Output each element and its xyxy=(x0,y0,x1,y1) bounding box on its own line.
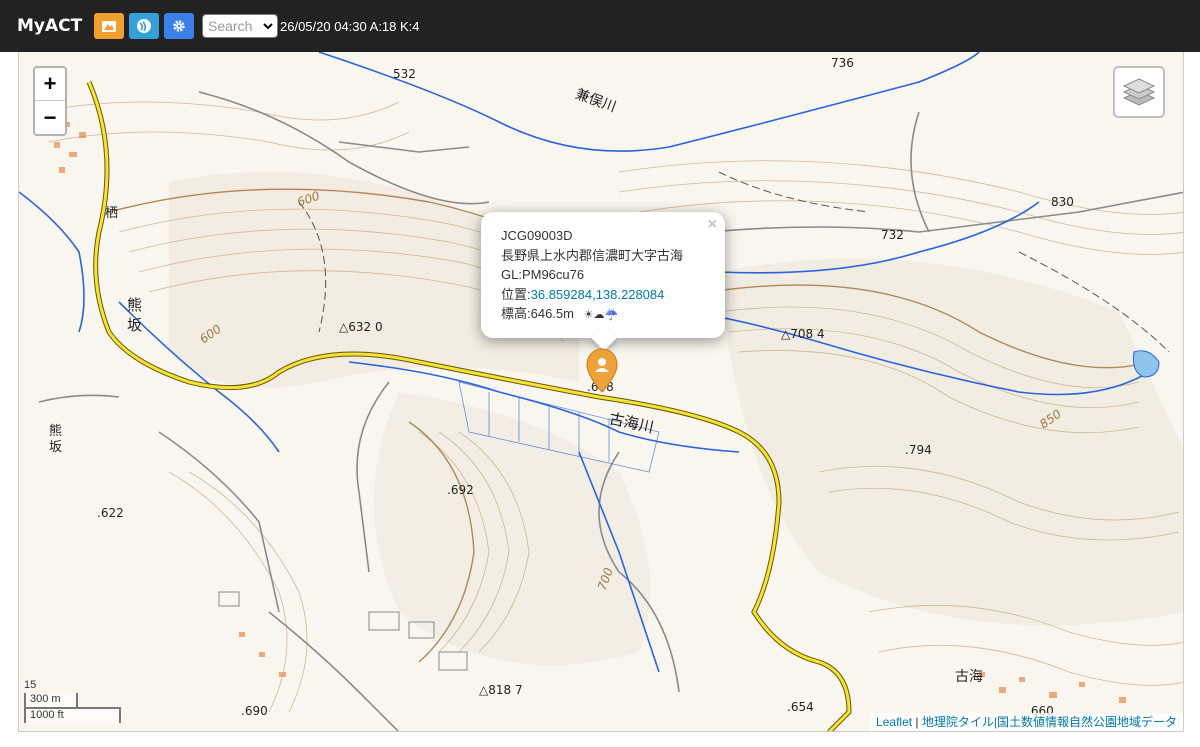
app-title[interactable]: MyACT xyxy=(17,16,94,36)
popup-elevation-text: 標高:646.5m xyxy=(501,306,574,321)
spots-button[interactable] xyxy=(94,13,124,39)
zoom-out-button[interactable]: − xyxy=(35,101,65,134)
signal-button[interactable] xyxy=(129,13,159,39)
leaflet-link[interactable]: Leaflet xyxy=(876,715,912,729)
spot-popup: × JCG09003D 長野県上水内郡信濃町大字古海 GL:PM96cu76 位… xyxy=(481,212,725,351)
elevation-label: △632 0 xyxy=(339,320,383,334)
place-label: 古海 xyxy=(955,669,983,685)
settings-button[interactable] xyxy=(164,13,194,39)
place-label: 栖 xyxy=(105,206,119,221)
location-marker[interactable] xyxy=(585,348,619,399)
popup-reference: JCG09003D xyxy=(501,228,573,243)
popup-grid-locator: GL:PM96cu76 xyxy=(501,267,585,282)
navbar: MyACT Search 26/05/20 04:30 A:18 K:4 xyxy=(0,0,1200,52)
popup-position-label: 位置: xyxy=(501,286,531,302)
status-text: 26/05/20 04:30 A:18 K:4 xyxy=(280,18,420,34)
elevation-label: 732 xyxy=(881,228,904,242)
popup-close-button[interactable]: × xyxy=(708,215,717,235)
map-attribution: Leaflet | 地理院タイル|国土数値情報自然公園地域データ xyxy=(870,713,1183,731)
place-label: 熊 坂 xyxy=(49,424,63,455)
marker-pin-icon xyxy=(586,348,618,393)
scale-control: 15 300 m 1000 ft xyxy=(24,679,121,723)
zoom-in-button[interactable]: + xyxy=(35,68,65,101)
elevation-label: 736 xyxy=(831,56,854,70)
popup-position-link[interactable]: 36.859284,138.228084 xyxy=(531,287,665,302)
signal-icon xyxy=(137,19,151,33)
popup-elevation: 標高:646.5m ☀☁☔ xyxy=(501,304,705,326)
elevation-label: .622 xyxy=(97,506,124,520)
attribution-separator: | xyxy=(912,715,922,729)
weather-icon[interactable]: ☀☁☔ xyxy=(584,309,619,321)
elevation-label: .690 xyxy=(241,704,268,718)
elevation-label: △818 7 xyxy=(479,683,523,697)
layers-button[interactable] xyxy=(1113,66,1165,118)
elevation-label: △708 4 xyxy=(781,327,825,341)
search-select[interactable]: Search xyxy=(202,14,278,38)
zoom-control: + − xyxy=(33,66,67,136)
map-view[interactable]: 600 600 700 850 兼俣川 古海川 熊坂 熊 坂 古海 栖 532 … xyxy=(18,52,1184,732)
elevation-label: .654 xyxy=(787,700,814,714)
elevation-label: .692 xyxy=(447,483,474,497)
zoom-level: 15 xyxy=(24,679,37,691)
tile-source-link[interactable]: 地理院タイル|国土数値情報自然公園地域データ xyxy=(922,715,1177,729)
layers-icon xyxy=(1122,78,1156,106)
mountain-icon xyxy=(102,21,116,32)
elevation-label: .794 xyxy=(905,443,932,457)
gear-icon xyxy=(173,20,185,32)
elevation-label: 830 xyxy=(1051,195,1074,209)
elevation-label: 532 xyxy=(393,67,416,81)
popup-address: 長野県上水内郡信濃町大字古海 xyxy=(501,247,684,263)
scale-imperial: 1000 ft xyxy=(24,707,121,723)
popup-position: 位置:36.859284,138.228084 xyxy=(501,285,705,305)
place-label: 熊坂 xyxy=(127,296,143,334)
